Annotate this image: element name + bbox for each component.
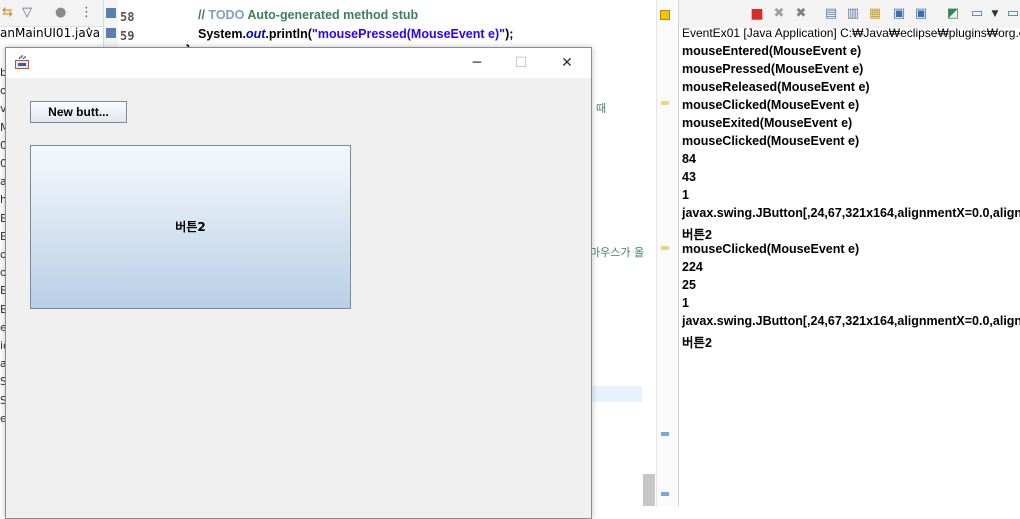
console-line: 224 (682, 260, 703, 274)
remove-all-terminated-icon[interactable]: ✖ (793, 6, 809, 22)
focus-icon[interactable]: ● (55, 5, 66, 20)
console-line: mouseExited(MouseEvent e) (682, 116, 853, 130)
window-titlebar[interactable]: ─ ☐ ✕ (6, 48, 591, 78)
console-line: 25 (682, 278, 696, 292)
console-line: mousePressed(MouseEvent e) (682, 62, 864, 76)
remove-launch-icon[interactable]: ✖ (771, 6, 787, 22)
filter-icon[interactable]: ▽ (22, 5, 32, 20)
warning-indicator-icon[interactable] (660, 10, 670, 20)
button-2[interactable]: 버튼2 (30, 145, 351, 309)
code-line-59: System.out.println("mousePressed(MouseEv… (198, 27, 513, 41)
console-line: 43 (682, 170, 696, 184)
code-token: .println( (265, 27, 312, 41)
console-line: mouseClicked(MouseEvent e) (682, 134, 860, 148)
pin-console-icon[interactable]: ◩ (945, 6, 961, 22)
view-menu-icon[interactable]: ⋮ (80, 5, 93, 20)
show-on-error-icon[interactable]: ▣ (913, 6, 929, 22)
swing-frame-window[interactable]: ─ ☐ ✕ New butt... 버튼2 (5, 47, 592, 519)
console-line: mouseClicked(MouseEvent e) (682, 242, 860, 256)
close-icon[interactable]: ✕ (556, 52, 578, 74)
minimize-icon[interactable]: ─ (466, 52, 488, 74)
console-line: 1 (682, 188, 689, 202)
editor-fragment: 때 (596, 102, 607, 115)
word-wrap-icon[interactable]: ▦ (867, 6, 883, 22)
console-line: mouseReleased(MouseEvent e) (682, 80, 870, 94)
overview-ruler (656, 0, 677, 506)
explorer-toolbar: ⇆ ▽ ● ⋮ (0, 0, 103, 27)
editor-fragment: 마우스가 올 (590, 246, 645, 259)
terminate-icon[interactable]: ■ (749, 6, 765, 22)
todo-tag: TODO (208, 8, 245, 22)
new-button[interactable]: New butt... (30, 101, 127, 123)
code-string: "mousePressed(MouseEvent e)" (311, 27, 506, 41)
show-on-output-icon[interactable]: ▣ (891, 6, 907, 22)
line-number: 58 (120, 10, 135, 24)
console-line: 84 (682, 152, 696, 166)
open-console-icon[interactable]: ▭ (1005, 6, 1020, 22)
code-token: ); (505, 27, 514, 41)
current-line-highlight (590, 386, 642, 402)
link-with-editor-icon[interactable]: ⇆ (2, 5, 13, 20)
clear-console-icon[interactable]: ▤ (823, 6, 839, 22)
java-app-icon (15, 54, 29, 69)
console-line: 버튼2 (682, 336, 712, 350)
code-field: out (245, 27, 266, 41)
code-line-58: // TODO Auto-generated method stub (198, 8, 418, 22)
chevron-down-icon[interactable]: ▼ (987, 6, 1003, 22)
editor-scrollbar-thumb[interactable] (643, 474, 655, 506)
display-console-icon[interactable]: ▭ (969, 6, 985, 22)
console-launch-description: EventEx01 [Java Application] C:₩Java₩ecl… (682, 26, 1020, 40)
console-line: mouseClicked(MouseEvent e) (682, 98, 860, 112)
console-line: 버튼2 (682, 228, 712, 242)
scroll-lock-icon[interactable]: ▥ (845, 6, 861, 22)
console-line: 1 (682, 296, 689, 310)
console-line: javax.swing.JButton[,24,67,321x164,align… (682, 206, 1020, 220)
line-number: 59 (120, 29, 135, 43)
occurrence-marker[interactable] (661, 492, 669, 496)
comment-text: // (198, 8, 209, 22)
annotation-marker[interactable] (661, 101, 669, 105)
occurrence-marker[interactable] (661, 432, 669, 436)
chevron-up-icon[interactable]: ˄ (86, 26, 92, 39)
code-token: System. (198, 27, 246, 41)
override-marker-icon (106, 28, 116, 38)
console-line: mouseEntered(MouseEvent e) (682, 44, 862, 58)
maximize-icon[interactable]: ☐ (510, 52, 532, 74)
comment-text: Auto-generated method stub (244, 8, 419, 22)
override-marker-icon (106, 8, 116, 18)
console-toolbar: ■ ✖ ✖ ▤ ▥ ▦ ▣ ▣ ◩ ▭ ▼ ▭ (679, 0, 1020, 28)
console-line: javax.swing.JButton[,24,67,321x164,align… (682, 314, 1020, 328)
annotation-marker[interactable] (661, 246, 669, 250)
explorer-file-item[interactable]: anMainUI01.java ˄ (0, 26, 103, 44)
